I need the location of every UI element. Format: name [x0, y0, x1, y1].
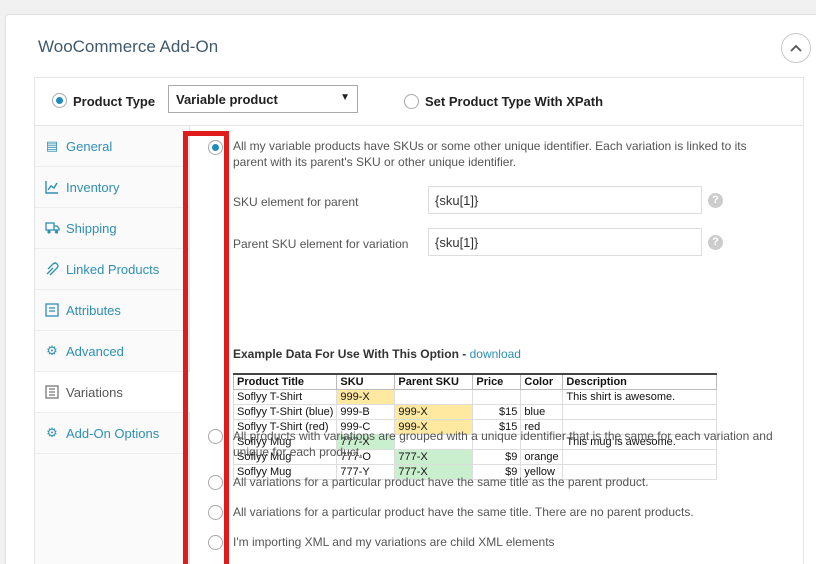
tab-variations-label: Variations [66, 385, 123, 400]
example-download-link[interactable]: download [470, 347, 521, 361]
example-data-title: Example Data For Use With This Option - … [233, 347, 521, 361]
help-icon[interactable]: ? [708, 235, 723, 250]
parent-sku-input[interactable] [428, 228, 702, 256]
variation-option-4-text: All variations for a particular product … [233, 505, 694, 519]
gear-icon: ⚙ [46, 425, 58, 440]
variation-option-1-text: All my variable products have SKUs or so… [233, 139, 747, 169]
tab-variations[interactable]: Variations [35, 372, 190, 413]
table-cell [562, 404, 718, 420]
sku-parent-input[interactable] [428, 186, 702, 214]
table-cell [394, 389, 474, 405]
table-cell: blue [520, 404, 564, 420]
panel-title: WooCommerce Add-On [38, 37, 219, 56]
table-cell [520, 389, 564, 405]
tab-linked-products[interactable]: Linked Products [35, 249, 189, 290]
tab-advanced-label: Advanced [66, 344, 124, 359]
variation-option-5-text: I'm importing XML and my variations are … [233, 535, 555, 549]
table-cell: Soflyy T-Shirt [232, 389, 338, 405]
example-data-title-text: Example Data For Use With This Option [233, 347, 459, 361]
variations-icon [45, 385, 59, 399]
addon-box: Product Type Variable product ▼ Set Prod… [34, 77, 804, 564]
inventory-icon [45, 180, 59, 194]
gear-icon: ⚙ [46, 343, 58, 358]
product-type-row: Product Type Variable product ▼ Set Prod… [35, 78, 803, 126]
table-cell: 999-X [394, 404, 474, 420]
shipping-icon [45, 221, 60, 235]
linked-products-icon [45, 262, 59, 276]
table-row: Soflyy T-Shirt 999-X This shirt is awesome… [232, 389, 718, 405]
column-header: Product Title [232, 373, 338, 390]
table-cell [472, 389, 522, 405]
column-header: SKU [336, 373, 396, 390]
table-cell: 999-B [336, 404, 396, 420]
general-icon: ▤ [45, 138, 59, 153]
variation-option-1-radio[interactable] [208, 140, 223, 155]
tab-attributes-label: Attributes [66, 303, 121, 318]
help-icon[interactable]: ? [708, 193, 723, 208]
variation-option-2-text: All products with variations are grouped… [233, 429, 773, 459]
example-data-separator: - [458, 347, 470, 361]
variation-option-4-radio[interactable] [208, 505, 223, 520]
tab-shipping-label: Shipping [66, 221, 117, 236]
variations-panel: All my variable products have SKUs or so… [191, 126, 803, 564]
table-cell: 999-X [336, 389, 396, 405]
tab-advanced[interactable]: ⚙ Advanced [35, 331, 189, 372]
chevron-up-icon [790, 44, 802, 52]
column-header: Description [562, 373, 718, 390]
column-header: Price [472, 373, 522, 390]
parent-sku-label: Parent SKU element for variation [233, 237, 409, 251]
table-row: Soflyy T-Shirt (blue) 999-B 999-X $15 blue [232, 404, 718, 420]
table-cell: Soflyy T-Shirt (blue) [232, 404, 338, 420]
table-header-row: Product Title SKU Parent SKU Price Color… [232, 373, 718, 390]
variation-option-5-radio[interactable] [208, 535, 223, 550]
variation-option-3-text: All variations for a particular product … [233, 475, 649, 489]
tab-attributes[interactable]: Attributes [35, 290, 189, 331]
sku-parent-label: SKU element for parent [233, 195, 359, 209]
attributes-icon [45, 303, 59, 317]
xpath-label: Set Product Type With XPath [425, 94, 604, 109]
tab-addon-options-label: Add-On Options [66, 426, 160, 441]
variation-option-2-radio[interactable] [208, 429, 223, 444]
product-type-select-value: Variable product [176, 92, 278, 107]
tab-shipping[interactable]: Shipping [35, 208, 189, 249]
woocommerce-addon-panel: WooCommerce Add-On Product Type Variable… [5, 14, 816, 564]
xpath-radio[interactable] [404, 94, 419, 109]
table-cell: $15 [472, 404, 522, 420]
variation-option-3-radio[interactable] [208, 475, 223, 490]
tab-inventory[interactable]: Inventory [35, 167, 189, 208]
product-data-tabs: ▤ General Inventory Shipping Linked Prod… [35, 126, 190, 564]
tab-general[interactable]: ▤ General [35, 126, 189, 167]
collapse-button[interactable] [781, 33, 811, 63]
tab-linked-products-label: Linked Products [66, 262, 160, 277]
table-cell: This shirt is awesome. [562, 389, 718, 405]
product-type-select[interactable]: Variable product ▼ [168, 85, 358, 113]
tab-inventory-label: Inventory [66, 180, 120, 195]
tab-addon-options[interactable]: ⚙ Add-On Options [35, 413, 189, 454]
product-type-radio[interactable] [52, 93, 67, 108]
dropdown-arrow-icon: ▼ [340, 92, 350, 103]
column-header: Parent SKU [394, 373, 474, 390]
column-header: Color [520, 373, 564, 390]
example-data-table: Product Title SKU Parent SKU Price Color… [232, 373, 718, 480]
product-type-label: Product Type [73, 94, 156, 109]
tab-general-label: General [66, 139, 113, 154]
